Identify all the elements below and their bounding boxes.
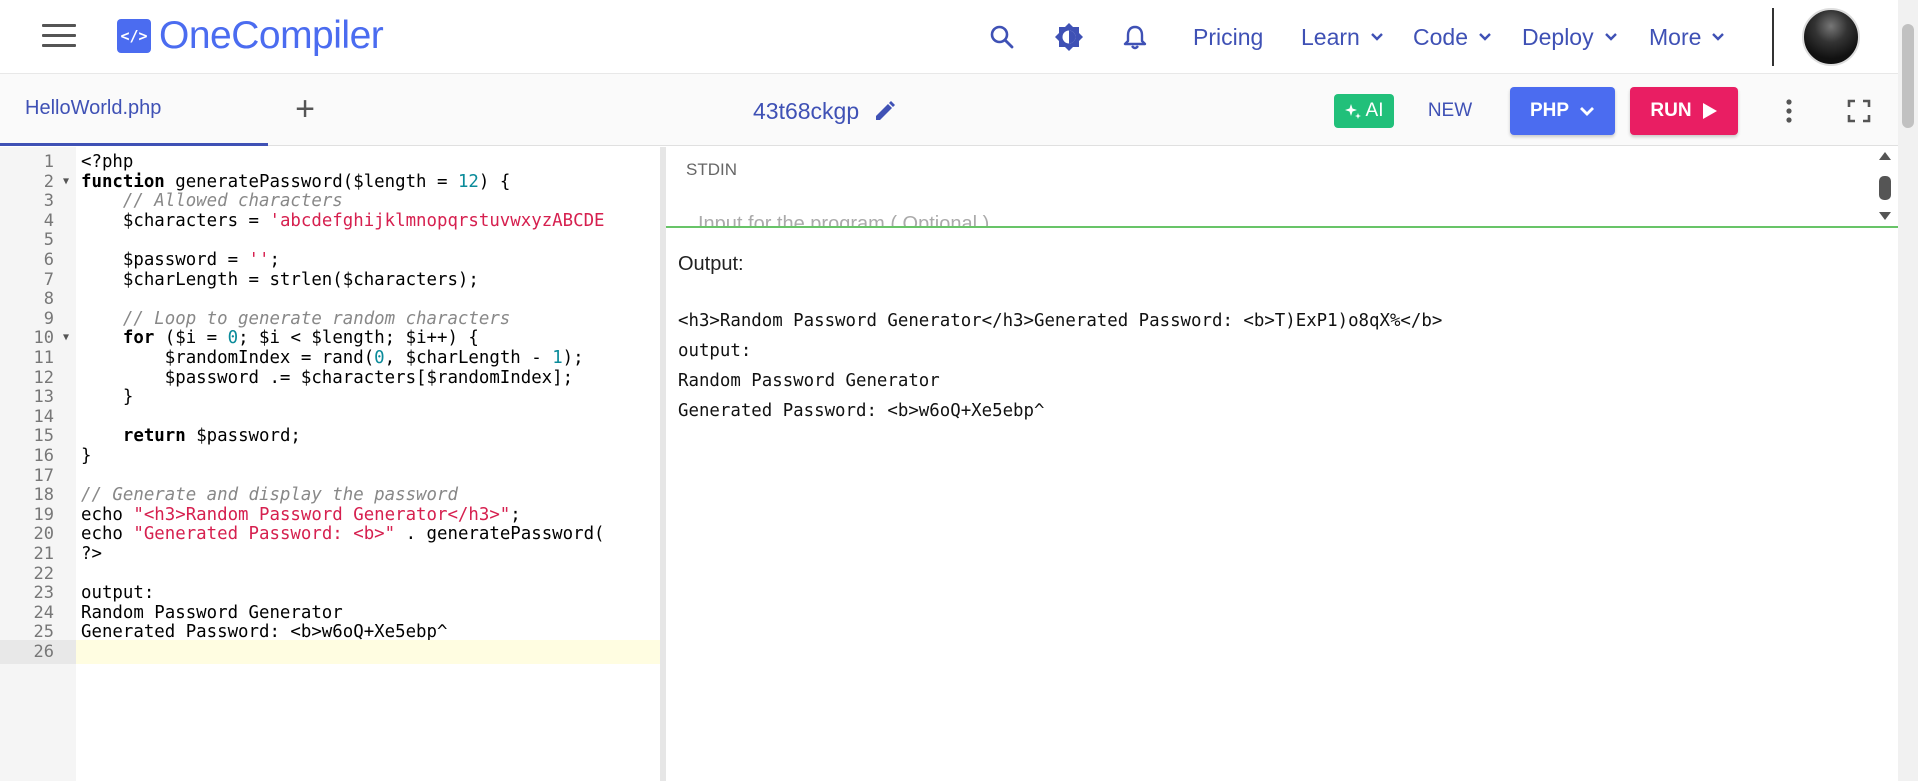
brand-mark-icon: </> bbox=[117, 19, 151, 53]
fullscreen-icon[interactable] bbox=[1842, 94, 1876, 128]
add-file-button[interactable]: + bbox=[288, 90, 322, 128]
theme-toggle-icon[interactable] bbox=[1052, 20, 1086, 54]
editor-toolbar: HelloWorld.php + 43t68ckgp AI NEW PHP RU… bbox=[0, 74, 1898, 146]
ai-button[interactable]: AI bbox=[1334, 94, 1394, 128]
scroll-down-icon[interactable] bbox=[1879, 212, 1891, 220]
run-button[interactable]: RUN bbox=[1630, 87, 1738, 135]
new-button[interactable]: NEW bbox=[1420, 94, 1480, 128]
page-scrollbar[interactable] bbox=[1898, 0, 1918, 781]
code-editor[interactable]: 1 <?php 2 ▼ function generatePassword($lengt… bbox=[0, 147, 660, 781]
nav-link-more[interactable]: More bbox=[1649, 20, 1725, 54]
more-options-icon[interactable] bbox=[1774, 94, 1804, 128]
chevron-down-icon bbox=[1604, 33, 1617, 41]
nav-link-code[interactable]: Code bbox=[1413, 20, 1492, 54]
chevron-down-icon bbox=[1580, 106, 1595, 116]
search-icon[interactable] bbox=[985, 20, 1019, 54]
line-number: 26 bbox=[0, 640, 76, 664]
stdin-area[interactable]: STDIN Input for the program ( Optional ) bbox=[666, 147, 1898, 228]
bell-icon[interactable] bbox=[1118, 20, 1152, 54]
code-title-editor[interactable]: 43t68ckgp bbox=[753, 94, 897, 128]
chevron-down-icon bbox=[1370, 33, 1383, 41]
stdin-scrollbar[interactable] bbox=[1876, 150, 1894, 226]
sparkle-icon bbox=[1344, 104, 1361, 119]
nav-link-deploy[interactable]: Deploy bbox=[1522, 20, 1618, 54]
output-label: Output: bbox=[678, 253, 744, 275]
top-navbar: </> OneCompiler Pricing Learn Code Deplo… bbox=[0, 0, 1898, 74]
code-line[interactable]: 26 bbox=[0, 640, 660, 664]
nav-link-learn[interactable]: Learn bbox=[1301, 20, 1384, 54]
play-icon bbox=[1702, 103, 1717, 119]
scroll-up-icon[interactable] bbox=[1879, 152, 1891, 160]
pencil-icon[interactable] bbox=[873, 99, 897, 123]
file-tab[interactable]: HelloWorld.php bbox=[0, 74, 268, 146]
stdin-input[interactable]: Input for the program ( Optional ) bbox=[698, 213, 989, 226]
code-title: 43t68ckgp bbox=[753, 97, 860, 124]
chevron-down-icon bbox=[1712, 33, 1725, 41]
brand-name: OneCompiler bbox=[159, 14, 384, 57]
scrollbar-thumb[interactable] bbox=[1879, 176, 1891, 200]
nav-link-pricing[interactable]: Pricing bbox=[1193, 20, 1263, 54]
scrollbar-thumb[interactable] bbox=[1902, 24, 1914, 128]
menu-icon[interactable] bbox=[42, 24, 76, 50]
language-select[interactable]: PHP bbox=[1510, 87, 1615, 135]
avatar[interactable] bbox=[1802, 8, 1860, 66]
chevron-down-icon bbox=[1479, 33, 1491, 41]
nav-divider bbox=[1772, 8, 1774, 66]
output-text: <h3>Random Password Generator</h3>Genera… bbox=[678, 311, 1443, 421]
pane-splitter[interactable] bbox=[660, 147, 666, 781]
stdin-label: STDIN bbox=[686, 160, 737, 179]
brand-logo[interactable]: </> OneCompiler bbox=[117, 14, 384, 57]
